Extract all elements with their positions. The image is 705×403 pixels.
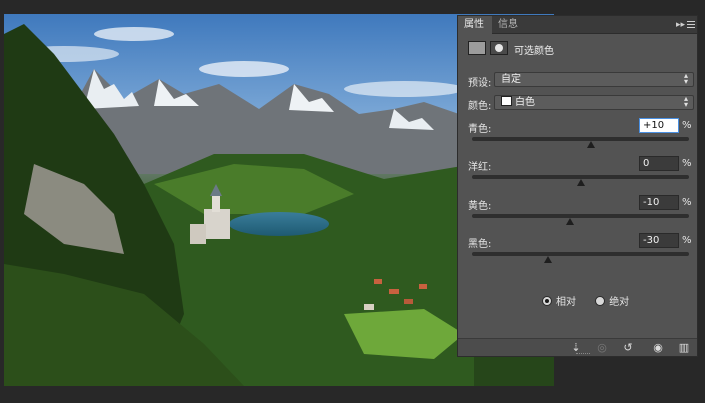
absolute-label: 绝对 xyxy=(609,297,630,308)
selective-color-adjustment-icon[interactable] xyxy=(468,41,486,55)
preset-label: 预设: xyxy=(468,78,492,89)
properties-panel: 属性 信息 ▸▸ 可选颜色 预设: 自定 ▴ ▾ 颜色: 白色 ▴ ▾ 青色: +1… xyxy=(457,15,698,357)
select-arrows-icon: ▴ ▾ xyxy=(683,71,688,86)
black-percent: % xyxy=(682,235,692,246)
yellow-value-input[interactable]: -10 xyxy=(639,195,679,210)
absolute-option[interactable]: 绝对 xyxy=(595,293,629,308)
layer-mask-icon[interactable] xyxy=(490,41,508,55)
colors-value: 白色 xyxy=(515,97,535,108)
trash-icon[interactable]: ▥ xyxy=(676,341,692,355)
color-swatch xyxy=(501,96,512,106)
cyan-slider-track[interactable] xyxy=(472,137,689,141)
colors-select[interactable]: 白色 ▴ ▾ xyxy=(494,95,694,110)
tab-info[interactable]: 信息 xyxy=(492,16,524,34)
select-arrows-icon: ▴ ▾ xyxy=(683,94,688,109)
relative-radio[interactable] xyxy=(542,296,552,306)
cyan-value-input[interactable]: +10 xyxy=(639,118,679,133)
black-label: 黑色: xyxy=(468,239,492,250)
tab-properties[interactable]: 属性 xyxy=(458,16,492,34)
magenta-slider-thumb[interactable] xyxy=(576,179,585,186)
black-slider-thumb[interactable] xyxy=(543,256,552,263)
cyan-percent: % xyxy=(682,120,692,131)
relative-label: 相对 xyxy=(556,297,576,308)
panel-menu-icon[interactable] xyxy=(687,19,695,31)
absolute-radio[interactable] xyxy=(595,296,606,306)
yellow-label: 黄色: xyxy=(468,201,492,212)
magenta-value-input[interactable]: 0 xyxy=(639,156,679,171)
panel-header: 可选颜色 xyxy=(458,35,697,63)
yellow-slider-thumb[interactable] xyxy=(565,218,574,225)
panel-footer: ⇣ ◎ ↺ ◉ ▥ xyxy=(458,338,697,356)
visibility-eye-icon[interactable]: ◉ xyxy=(650,341,666,355)
collapse-panel-icon[interactable]: ▸▸ xyxy=(676,16,685,34)
reset-icon[interactable]: ↺ xyxy=(620,341,636,355)
black-slider-track[interactable] xyxy=(472,252,689,256)
colors-label: 颜色: xyxy=(468,101,492,112)
method-radio-group: 相对 绝对 xyxy=(542,293,645,308)
yellow-percent: % xyxy=(682,197,692,208)
resize-grip[interactable] xyxy=(576,353,590,356)
view-previous-icon[interactable]: ◎ xyxy=(594,341,610,355)
magenta-percent: % xyxy=(682,158,692,169)
panel-tab-bar: 属性 信息 ▸▸ xyxy=(458,16,697,34)
preset-select[interactable]: 自定 ▴ ▾ xyxy=(494,72,694,87)
cyan-label: 青色: xyxy=(468,124,492,135)
preset-value: 自定 xyxy=(501,74,521,85)
yellow-slider-track[interactable] xyxy=(472,214,689,218)
black-value-input[interactable]: -30 xyxy=(639,233,679,248)
relative-option[interactable]: 相对 xyxy=(542,293,576,308)
panel-title: 可选颜色 xyxy=(514,46,554,57)
cyan-slider-thumb[interactable] xyxy=(587,141,596,148)
magenta-label: 洋红: xyxy=(468,162,492,173)
